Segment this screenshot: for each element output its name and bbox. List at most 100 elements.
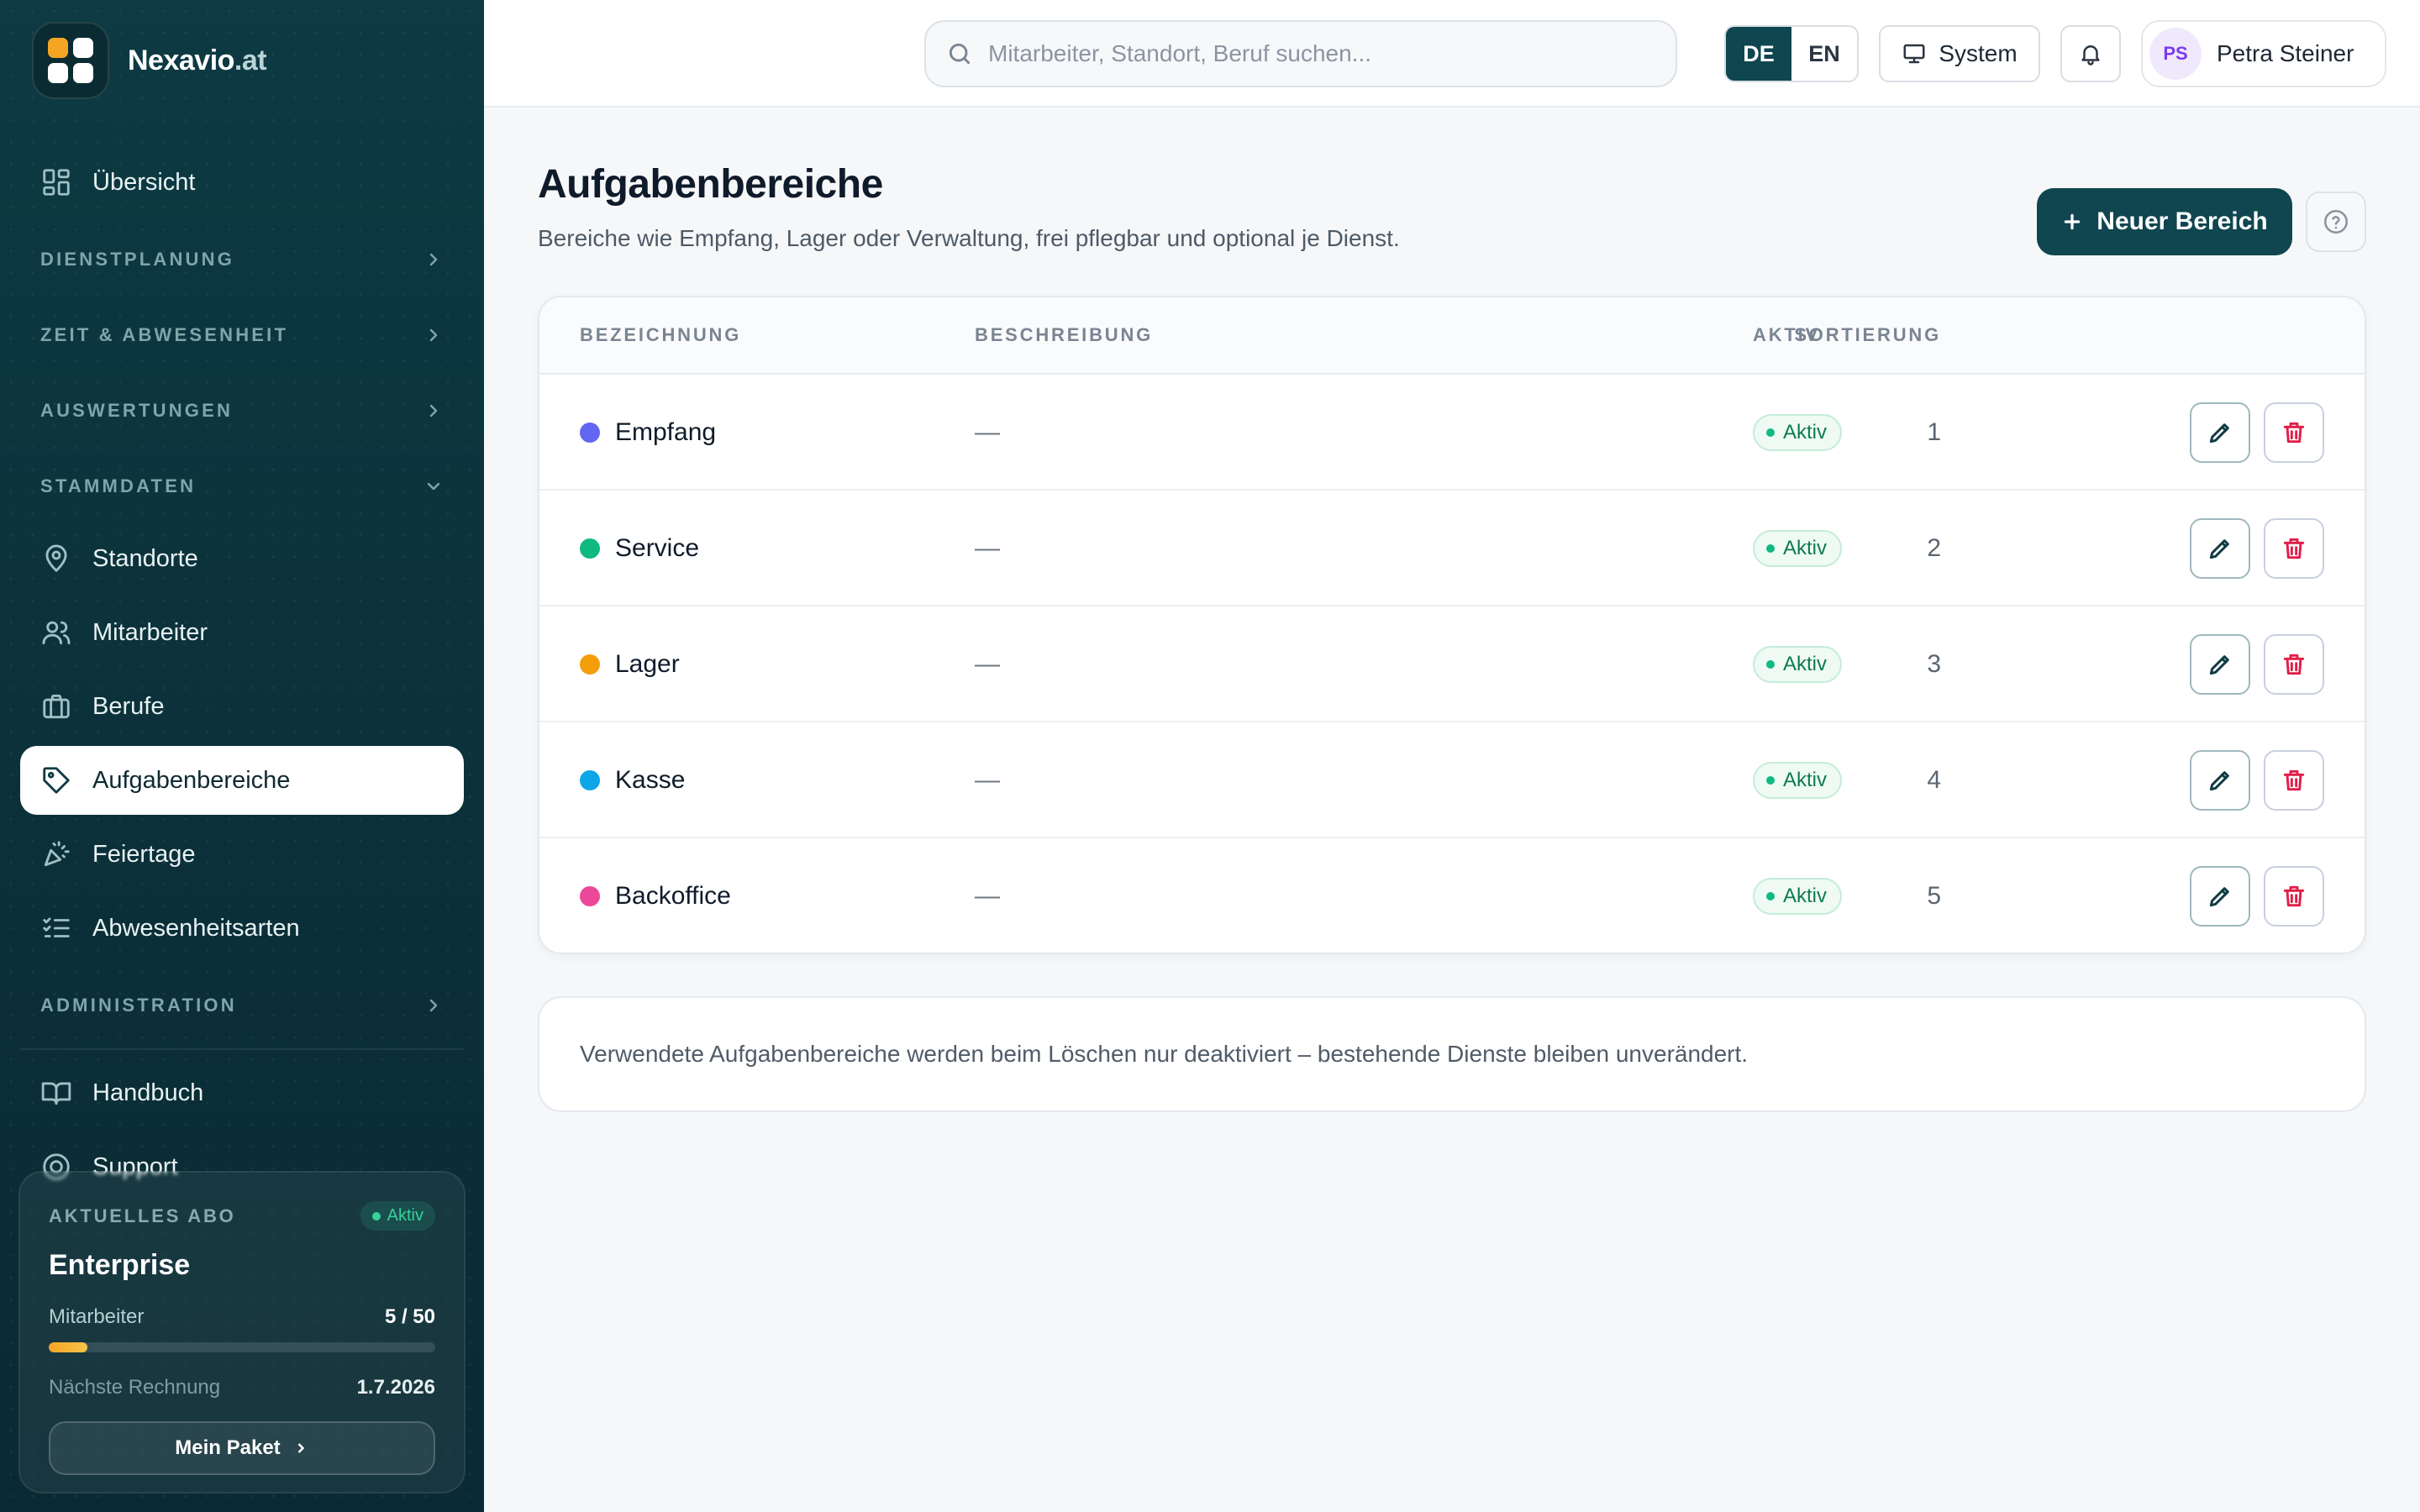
column-header-name[interactable]: BEZEICHNUNG: [580, 324, 741, 346]
area-name: Lager: [615, 650, 680, 678]
delete-button[interactable]: [2264, 634, 2324, 695]
sidebar-item-standorte[interactable]: Standorte: [20, 524, 464, 593]
chevron-right-icon: [429, 253, 438, 266]
book-open-icon: [41, 1082, 71, 1105]
dashboard-grid-icon: [43, 169, 70, 196]
color-dot: [580, 654, 600, 675]
area-active-cell: Aktiv: [1753, 491, 1843, 606]
sidebar-item-aufgabenbereiche[interactable]: Aufgabenbereiche: [20, 746, 464, 815]
chevron-right-icon: [429, 404, 438, 417]
sidebar-item-handbuch[interactable]: Handbuch: [20, 1058, 464, 1127]
search-icon: [949, 43, 971, 65]
sidebar-item-label: Mitarbeiter: [92, 618, 208, 646]
sidebar-item-mitarbeiter[interactable]: Mitarbeiter: [20, 598, 464, 667]
sidebar-item-berufe[interactable]: Berufe: [20, 672, 464, 741]
edit-button[interactable]: [2190, 866, 2250, 927]
employees-progress-bar: [49, 1342, 435, 1352]
sidebar-item-label: Handbuch: [92, 1079, 204, 1106]
next-invoice-label: Nächste Rechnung: [49, 1376, 221, 1399]
sidebar-item-label: Übersicht: [92, 168, 196, 196]
subscription-plan-name: Enterprise: [49, 1249, 191, 1281]
edit-button[interactable]: [2190, 518, 2250, 579]
sidebar-section-zeit[interactable]: ZEIT & ABWESENHEIT: [20, 297, 464, 373]
sidebar-item-label: Berufe: [92, 692, 165, 720]
area-name-cell: Service: [580, 491, 699, 606]
search-input[interactable]: [988, 40, 1660, 67]
employees-label: Mitarbeiter: [49, 1305, 145, 1328]
my-plan-button-label: Mein Paket: [175, 1436, 281, 1459]
user-name: Petra Steiner: [2217, 40, 2354, 66]
status-badge: Aktiv: [1753, 762, 1843, 799]
edit-button[interactable]: [2190, 634, 2250, 695]
sidebar-section-dienstplanung[interactable]: DIENSTPLANUNG: [20, 222, 464, 297]
area-active-cell: Aktiv: [1753, 838, 1843, 953]
edit-button[interactable]: [2190, 402, 2250, 463]
brand-name: Nexavio.at: [128, 44, 267, 76]
user-menu[interactable]: PS Petra Steiner: [2141, 20, 2386, 87]
list-checks-icon: [43, 917, 70, 937]
page-title: Aufgabenbereiche: [538, 162, 883, 207]
help-circle-icon: [2323, 209, 2349, 234]
column-header-sort[interactable]: SORTIERUNG: [1531, 324, 1941, 346]
chevron-right-icon: [429, 328, 438, 342]
area-name-cell: Kasse: [580, 722, 685, 838]
brand[interactable]: Nexavio.at: [32, 22, 267, 99]
sidebar-section-stammdaten[interactable]: STAMMDATEN: [20, 449, 464, 524]
color-dot: [580, 538, 600, 559]
area-name: Service: [615, 534, 700, 562]
lang-de-button[interactable]: DE: [1726, 27, 1791, 81]
area-description: —: [975, 882, 1000, 910]
sidebar-item-label: Feiertage: [92, 840, 196, 868]
sidebar-section-auswertungen[interactable]: AUSWERTUNGEN: [20, 373, 464, 449]
edit-button[interactable]: [2190, 750, 2250, 811]
pencil-icon: [2209, 887, 2229, 907]
sidebar-item-overview[interactable]: Übersicht: [20, 148, 464, 217]
delete-button[interactable]: [2264, 518, 2324, 579]
section-label: ZEIT & ABWESENHEIT: [40, 324, 289, 345]
area-description: —: [975, 534, 1000, 562]
theme-button[interactable]: System: [1879, 25, 2040, 82]
trash-icon: [2283, 538, 2305, 559]
delete-button[interactable]: [2264, 866, 2324, 927]
users-icon: [42, 621, 71, 645]
sidebar-item-label: Standorte: [92, 544, 198, 572]
monitor-icon: [1903, 44, 1925, 64]
my-plan-button[interactable]: Mein Paket: [49, 1421, 435, 1475]
trash-icon: [2283, 885, 2305, 907]
sidebar-item-feiertage[interactable]: Feiertage: [20, 820, 464, 889]
lang-en-button[interactable]: EN: [1791, 27, 1857, 81]
delete-button[interactable]: [2264, 750, 2324, 811]
areas-table: BEZEICHNUNG BESCHREIBUNG SORTIERUNG AKTI…: [538, 296, 2366, 954]
area-active-cell: Aktiv: [1753, 375, 1843, 491]
sidebar-item-label: Aufgabenbereiche: [92, 766, 291, 794]
search-box[interactable]: [924, 20, 1677, 87]
status-badge: Aktiv: [1753, 414, 1843, 451]
language-switch: DE EN: [1724, 25, 1859, 82]
table-row: Kasse —4 Aktiv: [539, 722, 2365, 838]
help-button[interactable]: [2306, 192, 2366, 252]
chevron-right-icon: [429, 999, 438, 1012]
delete-button[interactable]: [2264, 402, 2324, 463]
chevron-down-icon: [427, 482, 440, 491]
pencil-icon: [2209, 539, 2229, 559]
subscription-card: AKTUELLES ABO Aktiv Enterprise Mitarbeit…: [18, 1171, 466, 1494]
next-invoice-value: 1.7.2026: [356, 1376, 435, 1399]
new-area-button[interactable]: Neuer Bereich: [2037, 188, 2292, 255]
pencil-icon: [2209, 655, 2229, 675]
column-header-active[interactable]: AKTIV: [1753, 324, 1820, 346]
table-body: Empfang —1 Aktiv Service —2 Aktiv Lager —3 Aktiv…: [539, 375, 2365, 953]
area-name-cell: Backoffice: [580, 838, 731, 953]
topbar: DE EN System PS Petra Steiner: [484, 0, 2420, 108]
row-actions: [2190, 722, 2324, 838]
notifications-button[interactable]: [2060, 25, 2121, 82]
theme-label: System: [1939, 40, 2018, 66]
sidebar-section-administration[interactable]: ADMINISTRATION: [20, 968, 464, 1043]
column-header-description[interactable]: BESCHREIBUNG: [975, 324, 1153, 346]
chevron-right-icon: [297, 1443, 304, 1453]
area-description: —: [975, 650, 1000, 678]
sidebar-item-abwesenheitsarten[interactable]: Abwesenheitsarten: [20, 894, 464, 963]
brand-logo-icon: [32, 22, 109, 99]
trash-icon: [2283, 654, 2305, 675]
row-actions: [2190, 838, 2324, 953]
table-row: Backoffice —5 Aktiv: [539, 838, 2365, 953]
